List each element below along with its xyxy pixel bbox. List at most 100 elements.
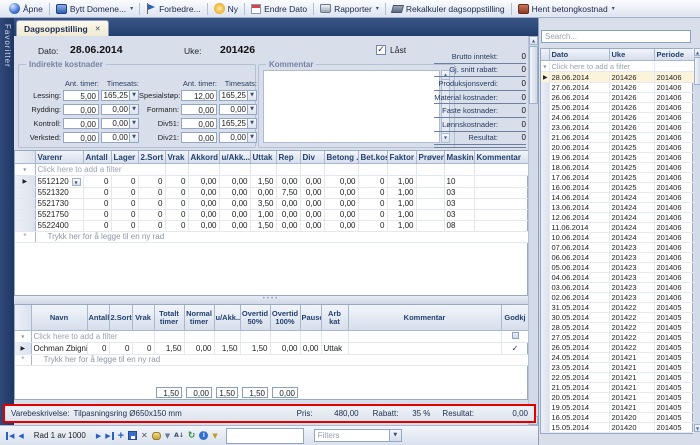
cell[interactable]: 02.06.2014 bbox=[549, 293, 609, 303]
cell[interactable]: 201405 bbox=[654, 313, 694, 323]
cell[interactable]: 0,00 bbox=[300, 221, 324, 232]
cell[interactable]: 05.06.2014 bbox=[549, 263, 609, 273]
cell[interactable]: 0,00 bbox=[324, 221, 358, 232]
cell[interactable]: 201405 bbox=[654, 413, 694, 423]
tab-dagsoppstilling[interactable]: Dagsoppstilling ✕ bbox=[16, 20, 109, 37]
column-header-vrak[interactable]: Vrak bbox=[165, 151, 188, 164]
cell[interactable]: 5521750 bbox=[35, 210, 83, 221]
cell[interactable]: 0 bbox=[111, 210, 138, 221]
rate-combo-kontroll[interactable]: 0,00▼ bbox=[101, 118, 139, 129]
date-row[interactable]: 04.06.2014201423201406 bbox=[541, 273, 694, 283]
cell[interactable]: 0 bbox=[165, 221, 188, 232]
cell[interactable]: 1,00 bbox=[387, 221, 416, 232]
cell[interactable]: 03 bbox=[444, 199, 474, 210]
date-row[interactable]: 20.06.2014201425201406 bbox=[541, 143, 694, 153]
cell[interactable]: 26.06.2014 bbox=[549, 93, 609, 103]
toolbar-button-forbedre[interactable]: Forbedre... bbox=[141, 1, 206, 16]
cell[interactable]: 201423 bbox=[609, 273, 654, 283]
cell[interactable]: 201405 bbox=[654, 333, 694, 343]
column-header-periode[interactable]: Periode bbox=[654, 49, 694, 61]
post-data-button[interactable] bbox=[152, 432, 161, 440]
cell[interactable]: 0,00 bbox=[300, 176, 324, 188]
column-header-overtid-50[interactable]: Overtid 50% bbox=[240, 305, 270, 331]
combo-arrow-icon[interactable]: ▼ bbox=[389, 430, 401, 441]
cell[interactable]: 0 bbox=[109, 343, 132, 355]
search-input[interactable] bbox=[541, 30, 691, 43]
cell[interactable]: 0 bbox=[165, 176, 188, 188]
column-header-arb-kat[interactable]: Arb kat bbox=[321, 305, 348, 331]
hours-field-verksted[interactable]: 0,00 bbox=[63, 132, 99, 143]
date-row[interactable]: 14.06.2014201424201406 bbox=[541, 193, 694, 203]
column-header-godkj[interactable]: Godkj bbox=[501, 305, 529, 331]
scrollbar-thumb[interactable] bbox=[694, 57, 700, 85]
cell[interactable]: 201422 bbox=[609, 343, 654, 353]
cell[interactable]: 201424 bbox=[609, 223, 654, 233]
cell[interactable]: 31.05.2014 bbox=[549, 303, 609, 313]
cell[interactable]: 201425 bbox=[609, 133, 654, 143]
table-row[interactable]: 552240000000,000,001,500,000,000,0001,00… bbox=[15, 221, 529, 232]
cell[interactable]: 201406 bbox=[654, 72, 694, 83]
date-row[interactable]: ▶28.06.2014201426201406 bbox=[541, 72, 694, 83]
scroll-down-icon[interactable]: ▼ bbox=[694, 424, 700, 432]
cell[interactable]: 201405 bbox=[654, 393, 694, 403]
cell[interactable]: 14.06.2014 bbox=[549, 193, 609, 203]
filter-row[interactable]: ▼Click here to add a filter bbox=[15, 331, 529, 343]
cell[interactable]: 201422 bbox=[609, 303, 654, 313]
filter-row[interactable]: ▼Click here to add a filter bbox=[541, 61, 694, 72]
cell[interactable]: 0,00 bbox=[324, 210, 358, 221]
cell[interactable]: 28.06.2014 bbox=[549, 72, 609, 83]
filters-combo[interactable]: Filters ▼ bbox=[314, 429, 402, 442]
cell[interactable]: 201406 bbox=[654, 133, 694, 143]
cell[interactable]: 0 bbox=[132, 343, 154, 355]
cell[interactable]: 201426 bbox=[609, 83, 654, 93]
cell[interactable]: 201425 bbox=[609, 173, 654, 183]
cell[interactable]: 201420 bbox=[609, 413, 654, 423]
cell[interactable]: 0,00 bbox=[300, 210, 324, 221]
column-header-faktor[interactable]: Faktor bbox=[387, 151, 416, 164]
cell[interactable]: 201426 bbox=[609, 93, 654, 103]
cell[interactable]: 201405 bbox=[654, 383, 694, 393]
cell[interactable]: 201406 bbox=[654, 103, 694, 113]
grid-splitter[interactable]: •••• bbox=[14, 296, 528, 304]
hours-field-div51[interactable]: 0,00 bbox=[181, 118, 217, 129]
cell[interactable]: 201423 bbox=[609, 293, 654, 303]
cell[interactable]: 201406 bbox=[654, 113, 694, 123]
filter-cell[interactable]: Click here to add a filter bbox=[549, 61, 654, 72]
toolbar-button-rapporter[interactable]: Rapporter▾ bbox=[315, 1, 384, 16]
cell[interactable]: 0 bbox=[358, 199, 387, 210]
rate-combo-rydding[interactable]: 0,00▼ bbox=[101, 104, 139, 115]
toolbar-button-rekalkuler-dagsoppstilling[interactable]: Rekalkuler dagsoppstilling bbox=[387, 1, 510, 16]
cell[interactable]: 18.06.2014 bbox=[549, 163, 609, 173]
rate-combo-formann[interactable]: 0,00▼ bbox=[219, 104, 257, 115]
cell[interactable]: 201406 bbox=[654, 203, 694, 213]
cell[interactable]: 0,00 bbox=[324, 176, 358, 188]
cell[interactable] bbox=[474, 210, 529, 221]
date-row[interactable]: 23.06.2014201426201406 bbox=[541, 123, 694, 133]
cell[interactable]: 0,00 bbox=[276, 176, 300, 188]
cell[interactable]: 201423 bbox=[609, 253, 654, 263]
date-row[interactable]: 24.05.2014201421201405 bbox=[541, 353, 694, 363]
filter-cell[interactable]: Click here to add a filter bbox=[31, 331, 154, 343]
cell[interactable]: 0 bbox=[165, 210, 188, 221]
cell[interactable]: 0 bbox=[165, 188, 188, 199]
cell[interactable]: 30.05.2014 bbox=[549, 313, 609, 323]
cell[interactable]: 0,00 bbox=[324, 199, 358, 210]
cell[interactable]: 27.05.2014 bbox=[549, 333, 609, 343]
cell[interactable]: 0 bbox=[111, 199, 138, 210]
table-row[interactable]: 552173000000,000,003,500,000,000,0001,00… bbox=[15, 199, 529, 210]
cell[interactable]: 201424 bbox=[609, 233, 654, 243]
cell[interactable]: 0 bbox=[87, 343, 109, 355]
cell[interactable] bbox=[416, 188, 444, 199]
cell[interactable]: 0,00 bbox=[188, 199, 219, 210]
cell[interactable]: 201421 bbox=[609, 383, 654, 393]
cell[interactable]: 04.06.2014 bbox=[549, 273, 609, 283]
cell[interactable] bbox=[474, 188, 529, 199]
cell[interactable]: 0 bbox=[138, 188, 165, 199]
cell[interactable]: 5512120▼ bbox=[35, 176, 83, 188]
cell[interactable]: 0,00 bbox=[276, 199, 300, 210]
column-header-uttak[interactable]: Uttak bbox=[250, 151, 276, 164]
cell[interactable]: 201425 bbox=[609, 163, 654, 173]
column-header-maskin[interactable]: Maskin... bbox=[444, 151, 474, 164]
new-row[interactable]: *Trykk her for å legge til en ny rad bbox=[15, 355, 529, 366]
cell[interactable]: 0,00 bbox=[276, 221, 300, 232]
